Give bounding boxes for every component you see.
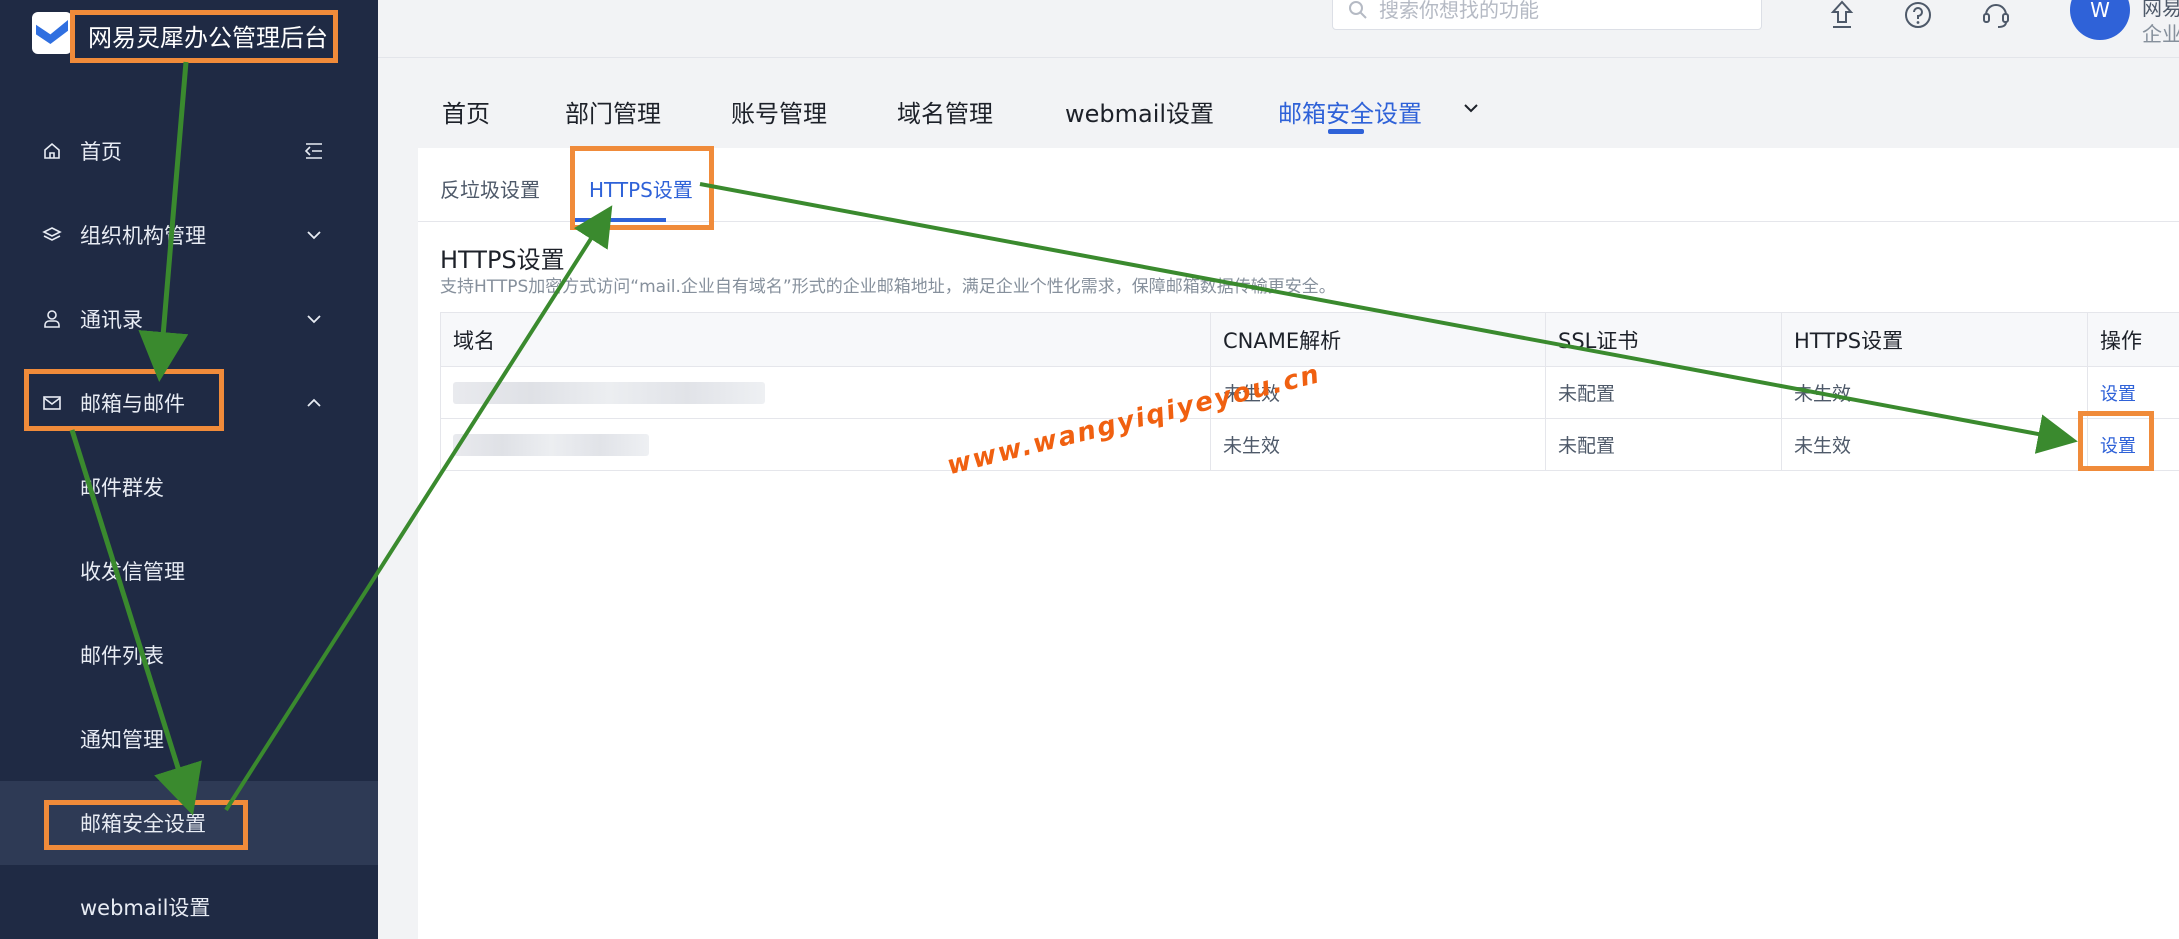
home-icon: [40, 139, 64, 163]
sidebar-subitem-webmail[interactable]: webmail设置: [0, 865, 378, 939]
tab-webmail[interactable]: webmail设置: [1065, 94, 1214, 129]
https-cell: 未生效: [1781, 419, 2087, 470]
chevron-down-icon: [304, 309, 324, 329]
header-domain: 域名: [440, 313, 1210, 366]
user-org: 企业: [2142, 22, 2179, 46]
content-panel: 反垃圾设置 HTTPS设置 HTTPS设置 支持HTTPS加密方式访问“mail…: [418, 148, 2179, 939]
sidebar-subitem-mass-mail[interactable]: 邮件群发: [0, 445, 378, 529]
search-icon: [1347, 0, 1369, 21]
tab-home[interactable]: 首页: [442, 94, 490, 129]
topbar: [378, 0, 2179, 58]
sidebar-subitem-label: 邮件群发: [80, 476, 164, 500]
sidebar-item-home[interactable]: 首页: [0, 109, 378, 193]
subtab-antispam[interactable]: 反垃圾设置: [440, 174, 540, 203]
search-box[interactable]: [1332, 0, 1762, 30]
chevron-up-icon: [304, 393, 324, 413]
tab-accounts[interactable]: 账号管理: [731, 94, 827, 129]
settings-link[interactable]: 设置: [2100, 380, 2136, 406]
user-icon: [40, 307, 64, 331]
sidebar-subitem-label: 收发信管理: [80, 560, 185, 584]
layers-icon: [40, 223, 64, 247]
sidebar-item-label: 组织机构管理: [80, 224, 206, 248]
ssl-cell: 未配置: [1545, 419, 1781, 470]
sidebar-subitem-send-receive[interactable]: 收发信管理: [0, 529, 378, 613]
highlight-box-brand: [70, 10, 338, 63]
header-action: 操作: [2087, 313, 2179, 366]
logo-icon: [32, 12, 72, 54]
table-row: 未生效 未配置 未生效 设置: [440, 419, 2179, 471]
sidebar-subitem-mail-list[interactable]: 邮件列表: [0, 613, 378, 697]
highlight-box-https-tab: [570, 146, 714, 230]
highlight-box-mail: [24, 369, 224, 431]
search-input[interactable]: [1379, 0, 1739, 22]
sidebar-subitem-notifications[interactable]: 通知管理: [0, 697, 378, 781]
top-tabs: 首页 部门管理 账号管理 域名管理 webmail设置 邮箱安全设置: [378, 80, 2179, 140]
header-cname: CNAME解析: [1210, 313, 1545, 366]
section-title: HTTPS设置: [440, 246, 565, 274]
chevron-down-icon: [304, 225, 324, 245]
blurred-domain: [453, 433, 649, 456]
sidebar-item-label: 通讯录: [80, 308, 143, 332]
sidebar-subitem-label: webmail设置: [80, 896, 211, 920]
tab-department[interactable]: 部门管理: [565, 94, 661, 129]
sidebar-subitem-label: 邮件列表: [80, 644, 164, 668]
header-https: HTTPS设置: [1781, 313, 2087, 366]
chevron-down-icon[interactable]: [1460, 97, 1482, 119]
section-description: 支持HTTPS加密方式访问“mail.企业自有域名”形式的企业邮箱地址，满足企业…: [440, 277, 1336, 297]
active-tab-indicator: [1328, 129, 1364, 134]
sidebar-item-organization[interactable]: 组织机构管理: [0, 193, 378, 277]
sidebar: 网易灵犀办公管理后台 首页 组织机构管理 通讯录 邮箱与邮件 邮件群发 收发信管…: [0, 0, 378, 939]
sidebar-item-contacts[interactable]: 通讯录: [0, 277, 378, 361]
header-ssl: SSL证书: [1545, 313, 1781, 366]
ssl-cell: 未配置: [1545, 367, 1781, 418]
collapse-menu-icon[interactable]: [304, 141, 324, 161]
brand[interactable]: [32, 10, 72, 56]
sidebar-subitem-label: 通知管理: [80, 728, 164, 752]
table-header: 域名 CNAME解析 SSL证书 HTTPS设置 操作: [440, 313, 2179, 367]
domain-cell-blurred: [440, 367, 1210, 418]
support-icon[interactable]: [1979, 0, 2013, 32]
upload-icon[interactable]: [1825, 0, 1859, 32]
highlight-box-settings-link: [2078, 411, 2154, 471]
cname-cell: 未生效: [1210, 419, 1545, 470]
tab-mail-security[interactable]: 邮箱安全设置: [1278, 94, 1422, 129]
blurred-domain: [453, 381, 765, 404]
tab-domains[interactable]: 域名管理: [897, 94, 993, 129]
highlight-box-mail-security: [44, 800, 248, 850]
help-icon[interactable]: [1901, 0, 1935, 32]
sidebar-item-label: 首页: [80, 140, 122, 164]
https-cell: 未生效: [1781, 367, 2087, 418]
